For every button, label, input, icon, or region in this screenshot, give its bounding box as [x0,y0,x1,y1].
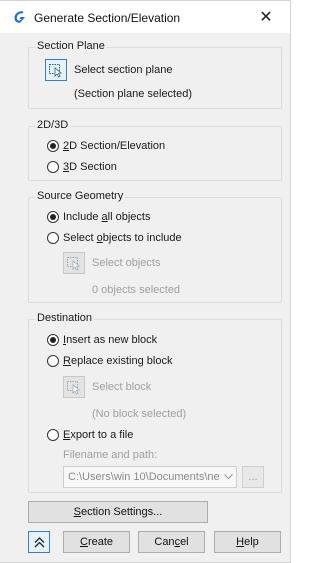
radio-insert-new-block[interactable]: Insert as new block [47,334,157,346]
radio-button-unchecked[interactable] [47,161,59,173]
cancel-button[interactable]: Cancel [138,531,205,553]
select-block-label: Select block [92,381,152,393]
help-label: Help [236,536,259,548]
radio-2d-label: 2D Section/Elevation [63,140,166,152]
browse-label: ... [248,471,258,483]
group-label-destination: Destination [35,312,95,324]
radio-button-unchecked[interactable] [47,355,59,367]
select-objects-icon [67,381,80,395]
window-title: Generate Section/Elevation [34,11,181,25]
select-objects-icon [49,64,62,78]
radio-button-unchecked[interactable] [47,232,59,244]
help-button[interactable]: Help [214,531,281,553]
close-button[interactable]: ✕ [244,1,288,33]
select-block-row: Select block [63,376,151,398]
select-block-button[interactable] [63,376,85,398]
group-label-source-geometry: Source Geometry [35,190,126,202]
section-plane-group: Section Plane Select section plane (Sect… [28,40,282,109]
chevron-down-icon [220,467,236,487]
section-settings-label: Section Settings... [73,506,163,518]
generate-section-dialog: Generate Section/Elevation ✕ Section Pla… [0,0,291,563]
app-logo-icon [14,11,25,23]
filename-combobox[interactable]: C:\Users\win 10\Documents\new b [63,466,237,488]
browse-button[interactable]: ... [242,466,264,488]
close-icon: ✕ [259,9,273,26]
replace-block-label: Replace existing block [63,355,173,367]
radio-3d-section[interactable]: 3D Section [47,161,117,173]
filename-value: C:\Users\win 10\Documents\new b [68,471,220,483]
radio-export-file[interactable]: Export to a file [47,429,133,441]
objects-selected-count: 0 objects selected [92,284,181,296]
filename-row: C:\Users\win 10\Documents\new b ... [1,466,291,488]
source-geometry-group: Source Geometry Include all objects Sele… [28,190,282,303]
select-section-plane-button[interactable] [45,59,67,81]
title-bar: Generate Section/Elevation ✕ [0,1,290,33]
mode-group: 2D/3D 2D Section/Elevation 3D Section [28,119,282,181]
select-objects-icon [67,257,80,271]
radio-include-all[interactable]: Include all objects [47,211,150,223]
select-objects-row: Select objects [63,252,160,274]
include-all-label: Include all objects [63,211,151,223]
filename-label: Filename and path: [63,449,158,461]
radio-button-checked[interactable] [47,334,59,346]
select-section-plane-row: Select section plane [45,59,172,81]
create-label: Create [79,536,114,548]
export-file-label: Export to a file [63,429,134,441]
insert-new-block-label: Insert as new block [63,334,158,346]
radio-2d-section[interactable]: 2D Section/Elevation [47,140,165,152]
radio-select-objects[interactable]: Select objects to include [47,232,182,244]
destination-group: Destination Insert as new block Replace … [28,312,282,493]
radio-replace-block[interactable]: Replace existing block [47,355,172,367]
section-plane-status: (Section plane selected) [74,88,193,100]
radio-3d-label: 3D Section [63,161,117,173]
group-label-mode: 2D/3D [35,119,71,131]
select-objects-button[interactable] [63,252,85,274]
select-section-plane-label: Select section plane [74,64,173,76]
section-settings-button[interactable]: Section Settings... [28,501,208,523]
block-status: (No block selected) [92,408,187,420]
collapse-button[interactable] [28,531,50,553]
radio-button-checked[interactable] [47,211,59,223]
select-objects-label: Select objects [92,257,161,269]
group-label-section-plane: Section Plane [35,40,107,52]
double-chevron-up-icon [34,536,44,547]
create-button[interactable]: Create [63,531,130,553]
radio-button-checked[interactable] [47,140,59,152]
select-objects-include-label: Select objects to include [63,232,182,244]
radio-button-unchecked[interactable] [47,429,59,441]
cancel-label: Cancel [154,536,189,548]
